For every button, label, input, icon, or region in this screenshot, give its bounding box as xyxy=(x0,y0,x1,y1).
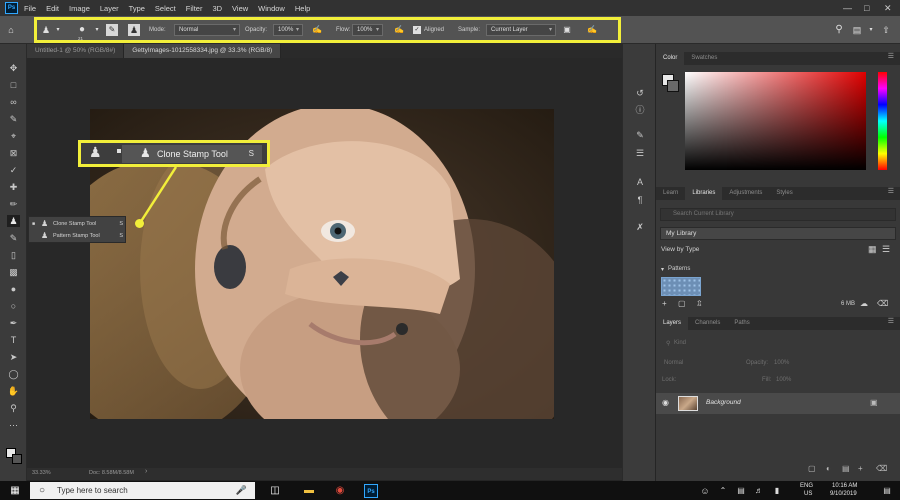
language-label[interactable]: ENG xyxy=(800,483,813,489)
clock-date: 9/10/2019 xyxy=(830,491,857,497)
layer-opacity-value[interactable]: 100% xyxy=(774,360,789,366)
taskbar-search-placeholder: Type here to search xyxy=(57,486,128,495)
character-icon[interactable]: A xyxy=(634,176,646,188)
windows-taskbar: ▦ ○ Type here to search 🎤 ◫ ▬ ◉ Ps ☺ ⌃ ▤… xyxy=(0,481,900,500)
search-icon: ⚲ xyxy=(666,341,671,347)
color-bg-swatch[interactable] xyxy=(667,80,679,92)
lock-label: Lock: xyxy=(662,377,677,383)
status-bar: 33.33% Doc: 8.58M/8.58M › xyxy=(27,468,622,480)
add-icon[interactable]: + xyxy=(662,299,667,308)
chevron-down-icon[interactable]: ▾ xyxy=(661,266,664,273)
patterns-label: Patterns xyxy=(668,266,691,272)
new-layer-icon[interactable]: ▢ xyxy=(808,464,816,473)
blend-mode-select[interactable]: Normal xyxy=(664,360,683,366)
cloud-sync-icon[interactable]: ☁ xyxy=(860,299,868,308)
tab-channels[interactable]: Channels xyxy=(688,317,727,330)
microphone-icon[interactable]: 🎤 xyxy=(236,482,247,499)
callout-pointer-dot xyxy=(135,219,144,228)
tab-adjustments[interactable]: Adjustments xyxy=(722,187,769,200)
fill-label: Fill: xyxy=(762,377,772,383)
tab-styles[interactable]: Styles xyxy=(769,187,799,200)
clock-time[interactable]: 10:16 AM xyxy=(832,483,857,489)
layers-panel-tabs: Layers Channels Paths xyxy=(656,317,900,330)
adjustments-icon[interactable]: ☰ xyxy=(634,147,646,159)
library-name: My Library xyxy=(666,230,697,237)
people-icon[interactable]: ☺ xyxy=(698,484,712,498)
tools-settings-icon[interactable]: ✗ xyxy=(634,221,646,233)
tab-learn[interactable]: Learn xyxy=(656,187,685,200)
fill-value[interactable]: 100% xyxy=(776,377,791,383)
group-icon[interactable]: ▤ xyxy=(842,464,850,473)
folder-icon[interactable]: ▢ xyxy=(678,299,686,308)
tab-libraries[interactable]: Libraries xyxy=(685,187,723,200)
battery-icon[interactable]: ▮ xyxy=(770,484,784,498)
chevron-up-icon[interactable]: ⌃ xyxy=(716,484,730,498)
lock-icon: ▣ xyxy=(870,398,878,407)
chrome-icon[interactable]: ◉ xyxy=(333,484,347,498)
hue-slider[interactable] xyxy=(878,72,887,170)
paragraph-icon[interactable]: ¶ xyxy=(634,194,646,206)
clone-stamp-callout: ♟ ♟ Clone Stamp Tool S xyxy=(78,140,270,167)
callout-label: Clone Stamp Tool xyxy=(157,149,228,159)
trash-icon[interactable]: ⌫ xyxy=(877,299,888,308)
tab-swatches[interactable]: Swatches xyxy=(684,52,724,65)
trash-icon[interactable]: ⌫ xyxy=(876,464,887,473)
search-icon: ○ xyxy=(39,485,46,496)
library-size: 6 MB xyxy=(841,301,856,307)
volume-icon[interactable]: ♬ xyxy=(752,484,766,498)
layer-row-background[interactable]: ◉ Background ▣ xyxy=(656,393,900,414)
file-explorer-icon[interactable]: ▬ xyxy=(302,484,316,498)
selected-dot-icon xyxy=(117,149,121,153)
panel-menu-icon[interactable]: ☰ xyxy=(888,187,894,195)
visibility-eye-icon[interactable]: ◉ xyxy=(662,398,669,407)
region-label: US xyxy=(804,491,813,497)
photoshop-taskbar-icon[interactable]: Ps xyxy=(364,484,378,498)
color-panel-tabs: Color Swatches xyxy=(656,52,900,65)
tab-paths[interactable]: Paths xyxy=(727,317,756,330)
windows-start-icon[interactable]: ▦ xyxy=(8,484,22,498)
library-select[interactable]: My Library xyxy=(660,227,896,240)
layer-thumbnail xyxy=(678,396,698,411)
panel-menu-icon[interactable]: ☰ xyxy=(888,52,894,60)
tab-layers[interactable]: Layers xyxy=(656,317,689,330)
add-layer-icon[interactable]: + xyxy=(858,464,863,473)
color-picker-field[interactable] xyxy=(685,72,866,170)
list-view-icon[interactable]: ☰ xyxy=(882,244,890,255)
tab-color[interactable]: Color xyxy=(656,52,685,65)
callout-key: S xyxy=(248,149,254,158)
history-icon[interactable]: ↺ xyxy=(634,87,646,99)
taskbar-search-input[interactable]: ○ Type here to search 🎤 xyxy=(30,482,255,499)
network-icon[interactable]: ▤ xyxy=(734,484,748,498)
mask-icon[interactable]: ◐ xyxy=(826,464,831,473)
pattern-thumbnail[interactable] xyxy=(661,277,701,296)
panel-icons-column: ↺ ⓘ ✎ ☰ A ¶ ✗ xyxy=(622,44,655,486)
library-search-input[interactable]: Search Current Library xyxy=(660,208,896,221)
doc-size: Doc: 8.58M/8.58M xyxy=(89,470,134,476)
libraries-panel-tabs: Learn Libraries Adjustments Styles xyxy=(656,187,900,200)
layer-name: Background xyxy=(706,399,741,406)
grid-view-icon[interactable]: ▦ xyxy=(868,244,877,255)
callout-inner: ♟ Clone Stamp Tool S xyxy=(122,145,262,163)
view-by-type[interactable]: View by Type xyxy=(661,246,699,253)
clone-stamp-icon: ♟ xyxy=(140,146,151,160)
info-icon[interactable]: ⓘ xyxy=(634,104,646,116)
brush-settings-icon[interactable]: ✎ xyxy=(634,129,646,141)
notifications-icon[interactable]: ▤ xyxy=(880,484,894,498)
zoom-level[interactable]: 33.33% xyxy=(32,470,51,476)
clone-stamp-icon: ♟ xyxy=(89,144,102,160)
upload-icon[interactable]: ⇫ xyxy=(696,299,703,308)
layer-opacity-label: Opacity: xyxy=(746,360,769,366)
panel-menu-icon[interactable]: ☰ xyxy=(888,317,894,325)
layer-filter-kind[interactable]: Kind xyxy=(674,340,686,346)
chevron-right-icon[interactable]: › xyxy=(145,468,147,475)
right-panels: Color Swatches ☰ Learn Libraries Adjustm… xyxy=(656,44,900,486)
task-view-icon[interactable]: ◫ xyxy=(268,484,282,498)
